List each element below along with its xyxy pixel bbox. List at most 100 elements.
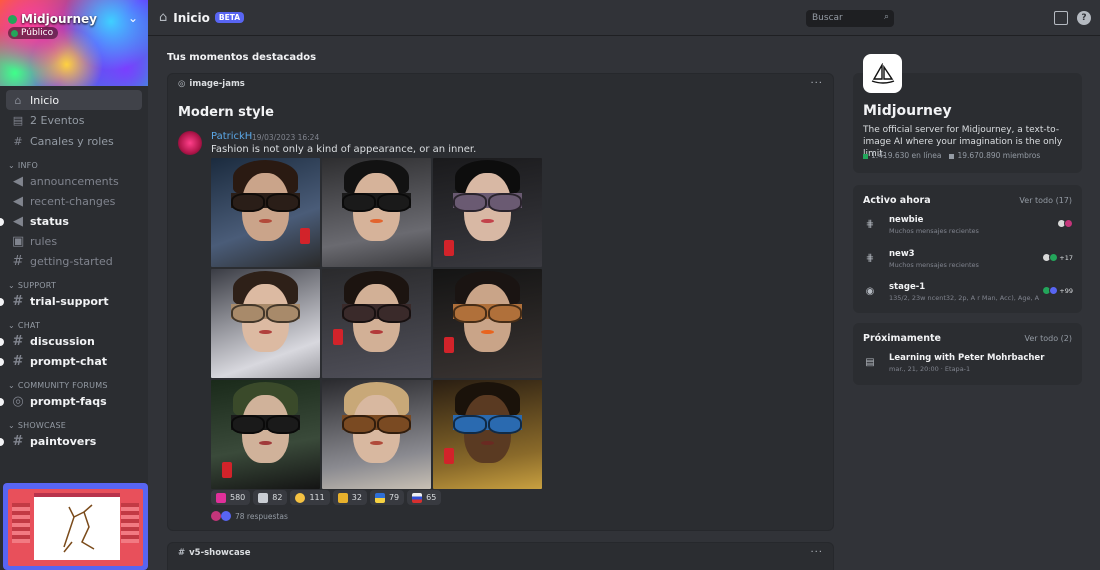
image-tile[interactable] [322,380,431,489]
forum-icon: ◎ [178,79,186,89]
chevron-down-icon: ⌄ [8,161,15,170]
channel-getting-started[interactable]: # getting-started [6,252,142,272]
search-icon: ⌕ [883,12,889,22]
category-community-forums[interactable]: ⌄ COMMUNITY FORUMS [6,372,142,392]
reaction-chip[interactable]: 32 [332,490,367,505]
channel-trial-support[interactable]: # trial-support [0,292,142,312]
author-name[interactable]: PatrickH [211,131,252,142]
event-time: mar., 21, 20:00 · Etapa-1 [889,365,971,373]
avatar [1049,286,1059,295]
globe-icon [11,29,18,37]
image-tile[interactable] [211,158,320,267]
image-tile[interactable] [211,269,320,378]
server-name-label: Midjourney [21,12,97,26]
image-tile[interactable] [433,380,542,489]
category-showcase[interactable]: ⌄ SHOWCASE [6,412,142,432]
chevron-down-icon: ⌄ [8,281,15,290]
channel-label: recent-changes [30,195,116,208]
public-badge: Público [8,27,59,39]
reaction-chip[interactable]: 79 [369,490,405,505]
channel-label: status [30,215,69,228]
image-tile[interactable] [211,380,320,489]
help-icon[interactable]: ? [1077,11,1091,25]
megaphone-icon: ◀ [13,214,23,229]
category-support[interactable]: ⌄ SUPPORT [6,272,142,292]
rules-icon: ▣ [12,234,25,249]
channel-discussion[interactable]: # discussion [0,332,142,352]
active-channel-row[interactable]: ⋕ new3 Muchos mensajes recientes +17 [863,247,1073,273]
reaction-chip[interactable]: 111 [290,490,330,505]
search-input[interactable]: Buscar ⌕ [806,10,894,27]
channel-recent-changes[interactable]: ◀ recent-changes [6,192,142,212]
reaction-count: 79 [388,493,400,502]
sunglasses-shape [452,414,523,435]
image-grid[interactable] [211,158,542,489]
card-channel[interactable]: ◎ image-jams [168,74,833,94]
stream-preview[interactable] [3,483,148,570]
channel-label: getting-started [30,255,113,268]
category-label: SHOWCASE [17,421,66,430]
view-all-link[interactable]: Ver todo (2) [1025,334,1072,343]
active-channel-name: new3 [889,249,915,259]
participant-avatars: +17 [1042,253,1073,262]
channel-label: rules [30,235,58,248]
search-placeholder: Buscar [812,13,843,23]
channel-prompt-faqs[interactable]: ◎ prompt-faqs [0,392,142,412]
image-tile[interactable] [322,158,431,267]
active-channel-row[interactable]: ◉ stage-1 135/2, 23w ncent32, 2p, A r Ma… [863,280,1073,306]
chevron-down-icon: ⌄ [8,421,15,430]
replies-link[interactable]: 78 respuestas [211,511,288,521]
channels-roles-icon: # [13,134,23,148]
image-tile[interactable] [433,158,542,267]
upcoming-title: Próximamente [863,333,941,344]
event-row[interactable]: ▤ Learning with Peter Mohrbacher mar., 2… [863,351,1073,377]
reaction-chip[interactable]: 65 [407,490,442,505]
server-banner[interactable]: Midjourney ⌄ Público [0,0,148,86]
verified-icon [8,14,17,24]
calendar-icon: ▤ [12,114,24,127]
threads-icon: ⋕ [865,219,875,230]
server-stats: 1.419.630 en línea 19.670.890 miembros [863,151,1040,160]
reaction-chip[interactable]: 580 [211,490,251,505]
image-tile[interactable] [433,269,542,378]
more-options-icon[interactable]: ··· [810,78,823,89]
hash-icon: # [12,434,24,449]
card-channel[interactable]: # v5-showcase [168,543,833,563]
active-channel-row[interactable]: ⋕ newbie Muchos mensajes recientes [863,213,1073,239]
hash-icon: # [12,334,24,349]
avatar [211,511,221,521]
channel-label: trial-support [30,295,109,308]
channel-paintovers[interactable]: # paintovers [0,432,142,452]
server-name[interactable]: Midjourney [8,12,97,26]
beta-badge: BETA [214,12,245,23]
public-label: Público [21,28,54,38]
category-info[interactable]: ⌄ INFO [6,152,142,172]
watermark-icon [221,461,232,478]
chevron-down-icon[interactable]: ⌄ [128,11,138,25]
category-chat[interactable]: ⌄ CHAT [6,312,142,332]
highlight-card[interactable]: ◎ image-jams ··· Modern style PatrickH 1… [167,73,834,531]
sidebar-item-home[interactable]: ⌂ Inicio [6,90,142,110]
image-tile[interactable] [322,269,431,378]
card-channel-label: v5-showcase [189,548,251,558]
channel-label: prompt-faqs [30,395,107,408]
inbox-icon[interactable] [1054,11,1068,25]
avatar [221,511,231,521]
calendar-icon: ▤ [865,357,875,368]
channel-announcements[interactable]: ◀ announcements [6,172,142,192]
server-sidebar: Midjourney ⌄ Público ⌂ Inicio ▤ 2 Evento… [0,0,148,570]
avatar[interactable] [178,131,202,155]
reaction-chip[interactable]: 82 [253,490,288,505]
more-options-icon[interactable]: ··· [810,547,823,558]
highlight-card[interactable]: # v5-showcase ··· [167,542,834,570]
view-all-link[interactable]: Ver todo (17) [1019,196,1072,205]
sidebar-item-channels-roles[interactable]: # Canales y roles [6,131,142,151]
sidebar-nav: ⌂ Inicio ▤ 2 Eventos # Canales y roles ⌄… [0,86,148,456]
stream-palette-left [12,503,30,543]
channel-status[interactable]: ◀ status [0,212,142,232]
channel-prompt-chat[interactable]: # prompt-chat [0,352,142,372]
channel-rules[interactable]: ▣ rules [6,232,142,252]
sidebar-item-events[interactable]: ▤ 2 Eventos [6,111,142,131]
trophy-emoji [337,492,348,503]
active-channel-sub: Muchos mensajes recientes [889,261,979,269]
